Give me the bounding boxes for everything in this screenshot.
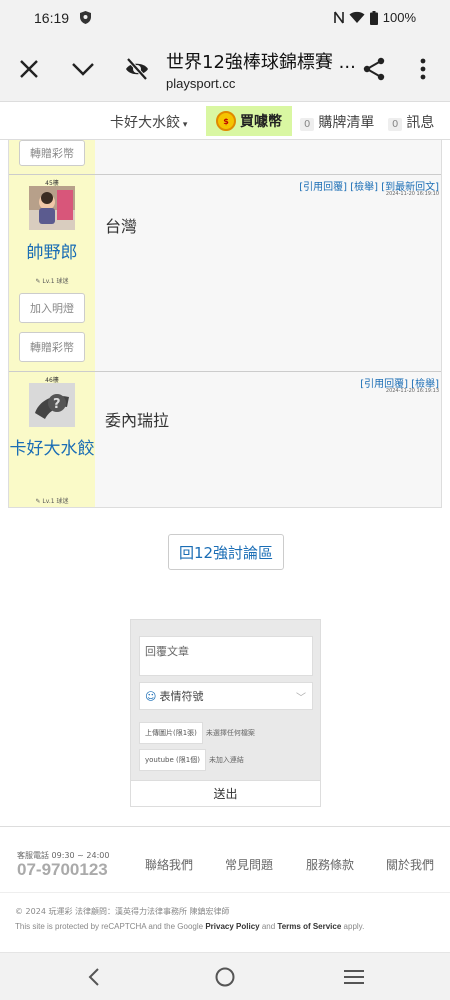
- youtube-button[interactable]: youtube (限1個): [139, 749, 206, 771]
- recents-icon[interactable]: [342, 965, 366, 989]
- user-menu[interactable]: 卡好大水餃 ▾: [110, 112, 187, 132]
- shield-icon: [80, 11, 91, 24]
- battery-level: 100%: [382, 10, 416, 25]
- tip-coin-button[interactable]: 轉贈彩幣: [19, 140, 85, 166]
- recaptcha-notice: This site is protected by reCAPTCHA and …: [15, 922, 364, 931]
- wifi-icon: [349, 11, 365, 23]
- footer-link-about[interactable]: 關於我們: [386, 856, 434, 873]
- copyright-text: © 2024 玩運彩 法律顧問：漢英得力法律事務所 陳鎮宏律師: [15, 907, 230, 916]
- prev-post-body: [95, 140, 441, 174]
- footer-link-terms[interactable]: 服務條款: [306, 856, 354, 873]
- tip-coin-button[interactable]: 轉贈彩幣: [19, 332, 85, 362]
- follow-button[interactable]: 加入明燈: [19, 293, 85, 323]
- post-author-panel: 45樓 帥野郎 ✎ Lv.1 球迷 加入明燈 轉贈彩幣: [9, 175, 95, 371]
- reply-textarea[interactable]: 回覆文章: [139, 636, 313, 676]
- upload-image-status: 未選擇任何檔案: [205, 729, 255, 737]
- footer-link-faq[interactable]: 常見問題: [225, 856, 273, 873]
- youtube-status: 未加入連結: [208, 756, 244, 764]
- divider: [0, 892, 450, 893]
- browser-toolbar: 世界12強棒球錦標賽 ... playsport.cc: [0, 38, 450, 102]
- submit-button[interactable]: 送出: [131, 780, 320, 806]
- user-level: ✎ Lv.1 球迷: [35, 498, 69, 505]
- status-indicators: 100%: [333, 10, 416, 25]
- site-nav-bar: 卡好大水餃 ▾ $ 買噱幣 0 購牌清單 0 訊息: [0, 102, 450, 140]
- youtube-row: youtube (限1個) 未加入連結: [139, 749, 244, 771]
- messages-link[interactable]: 0 訊息: [388, 112, 434, 132]
- post-content-panel: [引用回覆] [檢舉] [到最新回文] 2024-11-20 16:19:10 …: [95, 175, 441, 371]
- share-icon[interactable]: [361, 56, 387, 82]
- upload-image-button[interactable]: 上傳圖片(限1張): [139, 722, 203, 744]
- purchase-count-badge: 0: [300, 118, 315, 131]
- coin-icon: $: [216, 111, 236, 131]
- username-link[interactable]: 帥野郎: [9, 241, 95, 265]
- caret-down-icon: ▾: [180, 120, 188, 130]
- close-icon[interactable]: [16, 56, 42, 82]
- battery-icon: [369, 10, 378, 25]
- privacy-policy-link[interactable]: Privacy Policy: [205, 922, 259, 931]
- buy-coin-button[interactable]: $ 買噱幣: [206, 106, 292, 136]
- page-url[interactable]: playsport.cc: [166, 76, 235, 91]
- user-level: ✎ Lv.1 球迷: [35, 278, 69, 285]
- purchase-list-label: 購牌清單: [318, 115, 375, 131]
- buy-coin-label: 買噱幣: [240, 114, 282, 130]
- posts-list: 轉贈彩幣 45樓 帥野郎 ✎ Lv.1 球迷 加入明燈 轉贈彩幣 [引用回覆] …: [8, 140, 442, 508]
- footer-link-contact[interactable]: 聯絡我們: [145, 856, 193, 873]
- post-author-panel: 46樓 ? 卡好大水餃 ✎ Lv.1 球迷: [9, 372, 95, 507]
- default-avatar-icon[interactable]: ?: [29, 383, 75, 427]
- smiley-icon: ☺: [145, 689, 157, 703]
- page-title[interactable]: 世界12強棒球錦標賽 ...: [166, 48, 356, 74]
- user-avatar[interactable]: [29, 186, 75, 230]
- emoji-select[interactable]: ☺ 表情符號 ﹀: [139, 682, 313, 710]
- status-time: 16:19: [34, 10, 70, 26]
- messages-label: 訊息: [406, 115, 435, 131]
- home-icon[interactable]: [213, 965, 237, 989]
- back-to-forum-button[interactable]: 回12強討論區: [168, 534, 284, 570]
- username-link[interactable]: 卡好大水餃: [9, 438, 95, 461]
- purchase-list-link[interactable]: 0 購牌清單: [300, 112, 374, 132]
- chevron-down-icon[interactable]: [70, 56, 96, 82]
- hotline-number[interactable]: 07-9700123: [17, 860, 108, 880]
- prev-post-sidebar: 轉贈彩幣: [9, 140, 95, 174]
- chevron-down-icon: ﹀: [296, 693, 306, 704]
- system-navigation-bar: [0, 952, 450, 1000]
- svg-text:?: ?: [53, 397, 61, 412]
- recaptcha-text: This site is protected by reCAPTCHA and …: [15, 922, 204, 931]
- reply-form: 回覆文章 ☺ 表情符號 ﹀ 上傳圖片(限1張) 未選擇任何檔案 youtube …: [130, 619, 321, 807]
- status-bar: 16:19 100%: [0, 0, 450, 38]
- back-icon[interactable]: [83, 965, 107, 989]
- nfc-icon: [333, 11, 344, 24]
- post-content-panel: [引用回覆] [檢舉] 2024-11-20 16:19:13 委內瑞拉: [95, 372, 441, 507]
- post-body: 台灣: [105, 217, 138, 236]
- post-time: 2024-11-20 16:19:13: [385, 388, 439, 394]
- user-menu-label: 卡好大水餃: [110, 115, 180, 131]
- eye-off-icon[interactable]: [124, 56, 150, 82]
- more-vert-icon[interactable]: [410, 56, 436, 82]
- emoji-select-label: 表情符號: [159, 690, 204, 703]
- post-body: 委內瑞拉: [105, 411, 170, 430]
- recaptcha-and: and: [261, 922, 276, 931]
- divider: [0, 826, 450, 827]
- terms-of-service-link[interactable]: Terms of Service: [277, 922, 341, 931]
- post-time: 2024-11-20 16:19:10: [385, 191, 439, 197]
- recaptcha-apply: apply.: [343, 922, 365, 931]
- message-count-badge: 0: [388, 118, 403, 131]
- upload-image-row: 上傳圖片(限1張) 未選擇任何檔案: [139, 722, 255, 744]
